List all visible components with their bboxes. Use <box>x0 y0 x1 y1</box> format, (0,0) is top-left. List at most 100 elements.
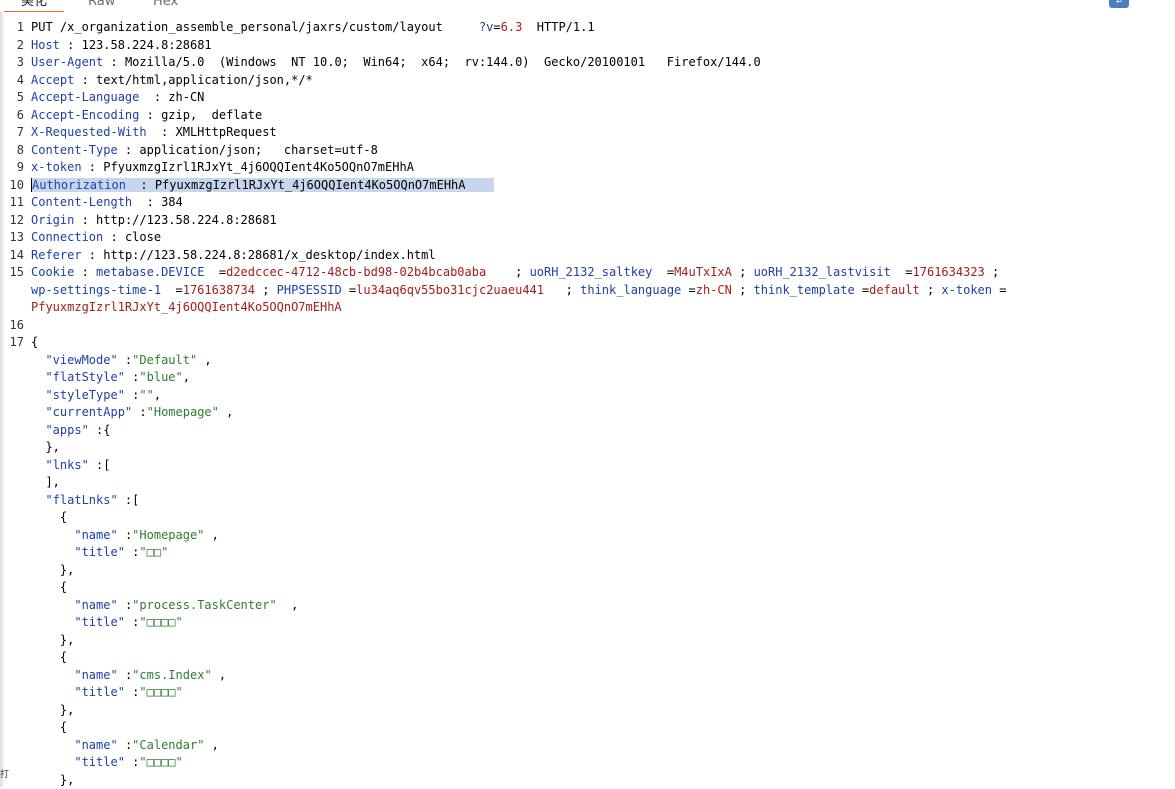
json-line: "title" :"□□□□" <box>31 614 183 632</box>
cookie-value: 1761634323 <box>913 265 985 279</box>
json-line: ], <box>31 474 60 492</box>
header-name: Content-Type <box>31 143 118 157</box>
cookie-key: think_template <box>754 283 855 297</box>
cookie-key: think_language <box>580 283 681 297</box>
http-method: PUT <box>31 20 53 34</box>
json-line: { <box>31 509 67 527</box>
line-number: 15 <box>0 264 24 282</box>
header-line-selected: Authorization : PfyuxmzgIzrl1RJxYt_4j6OQ… <box>31 177 494 195</box>
json-line: "flatLnks" :[ <box>31 492 139 510</box>
json-line: "lnks" :[ <box>31 457 111 475</box>
header-name: Connection <box>31 230 103 244</box>
header-line: Accept-Encoding : gzip, deflate <box>31 107 262 125</box>
header-line: Referer : http://123.58.224.8:28681/x_de… <box>31 247 436 265</box>
header-name: Accept <box>31 73 74 87</box>
json-line: { <box>31 719 67 737</box>
line-number: 6 <box>0 107 24 125</box>
json-string: "□□□□" <box>139 615 182 629</box>
json-line: "viewMode" :"Default" , <box>31 352 212 370</box>
json-line: }, <box>31 439 60 457</box>
cookie-line-wrap: wp-settings-time-1 =1761638734 ; PHPSESS… <box>31 282 1006 300</box>
header-value: XMLHttpRequest <box>176 125 277 139</box>
cookie-value: PfyuxmzgIzrl1RJxYt_4j6OQQIent4Ko5OQnO7mE… <box>31 300 342 314</box>
http-protocol: HTTP/1.1 <box>537 20 595 34</box>
header-line: Host : 123.58.224.8:28681 <box>31 37 212 55</box>
header-name: Authorization <box>32 178 126 192</box>
tab-raw[interactable]: Raw <box>88 0 115 11</box>
json-string: "Default" <box>132 353 197 367</box>
json-line: }, <box>31 562 74 580</box>
cookie-value: zh-CN <box>696 283 732 297</box>
json-key: "title" <box>74 755 125 769</box>
json-line: "currentApp" :"Homepage" , <box>31 404 233 422</box>
line-number: 2 <box>0 37 24 55</box>
line-number: 17 <box>0 334 24 352</box>
json-string: "Homepage" <box>147 405 219 419</box>
header-value: http://123.58.224.8:28681/x_desktop/inde… <box>103 248 435 262</box>
cookie-key: x-token <box>941 283 992 297</box>
line-number: 14 <box>0 247 24 265</box>
header-value: 384 <box>161 195 183 209</box>
request-editor[interactable]: 1 2 3 4 5 6 7 8 9 10 11 12 13 14 15 16 1… <box>0 18 1175 787</box>
json-key: "title" <box>74 685 125 699</box>
selection-highlight: Authorization : PfyuxmzgIzrl1RJxYt_4j6OQ… <box>31 178 494 192</box>
line-number: 4 <box>0 72 24 90</box>
json-string: "blue" <box>139 370 182 384</box>
json-line: "name" :"Homepage" , <box>31 527 219 545</box>
wrap-lines-icon[interactable]: ⇄ <box>1109 0 1129 8</box>
header-name: Host <box>31 38 60 52</box>
header-line: X-Requested-With : XMLHttpRequest <box>31 124 277 142</box>
header-value: zh-CN <box>168 90 204 104</box>
header-value: gzip, deflate <box>161 108 262 122</box>
json-line: "title" :"□□" <box>31 544 168 562</box>
tab-pretty[interactable]: 美化 <box>4 0 64 12</box>
json-line: "name" :"process.TaskCenter" , <box>31 597 298 615</box>
header-line: Content-Length : 384 <box>31 194 183 212</box>
json-line: "name" :"cms.Index" , <box>31 667 226 685</box>
json-line: "name" :"Calendar" , <box>31 737 219 755</box>
cookie-value: lu34aq6qv55bo31cjc2uaeu441 <box>356 283 544 297</box>
json-string: "Calendar" <box>132 738 204 752</box>
json-key: "title" <box>74 615 125 629</box>
request-path: /x_organization_assemble_personal/jaxrs/… <box>53 20 443 34</box>
json-string: "" <box>139 388 153 402</box>
json-line: "styleType" :"", <box>31 387 161 405</box>
header-name: Content-Length <box>31 195 132 209</box>
header-value: 123.58.224.8:28681 <box>82 38 212 52</box>
header-line: Content-Type : application/json; charset… <box>31 142 378 160</box>
header-name: X-Requested-With <box>31 125 147 139</box>
json-string: "□□□□" <box>139 755 182 769</box>
json-line: "title" :"□□□□" <box>31 684 183 702</box>
cookie-value: d2edccec-4712-48cb-bd98-02b4bcab0aba <box>226 265 486 279</box>
cookie-key: metabase.DEVICE <box>96 265 204 279</box>
header-name: Accept-Language <box>31 90 139 104</box>
request-line: PUT /x_organization_assemble_personal/ja… <box>31 19 595 37</box>
cookie-key: PHPSESSID <box>277 283 342 297</box>
json-string: "process.TaskCenter" <box>132 598 277 612</box>
header-name: x-token <box>31 160 82 174</box>
header-value: Mozilla/5.0 (Windows NT 10.0; Win64; x64… <box>125 55 761 69</box>
header-name: Accept-Encoding <box>31 108 139 122</box>
json-line: { <box>31 649 67 667</box>
line-number: 1 <box>0 19 24 37</box>
json-string: "□□□□" <box>139 685 182 699</box>
cookie-value: 1761638734 <box>183 283 255 297</box>
header-line: x-token : PfyuxmzgIzrl1RJxYt_4j6OQQIent4… <box>31 159 414 177</box>
tab-hex[interactable]: Hex <box>153 0 178 11</box>
header-line: Accept : text/html,application/json,*/* <box>31 72 313 90</box>
json-key: "flatLnks" <box>45 493 117 507</box>
cookie-key: wp-settings-time-1 <box>31 283 161 297</box>
json-key: "title" <box>74 545 125 559</box>
side-panel-mark: 打 <box>0 767 9 780</box>
query-value: 6.3 <box>501 20 523 34</box>
line-number: 3 <box>0 54 24 72</box>
header-line: Connection : close <box>31 229 161 247</box>
line-number: 16 <box>0 317 24 335</box>
json-key: "viewMode" <box>45 353 117 367</box>
json-line: }, <box>31 632 74 650</box>
json-line: }, <box>31 702 74 720</box>
query-key: ?v <box>479 20 493 34</box>
json-key: "name" <box>74 668 117 682</box>
header-value: close <box>125 230 161 244</box>
header-name: Cookie <box>31 265 74 279</box>
